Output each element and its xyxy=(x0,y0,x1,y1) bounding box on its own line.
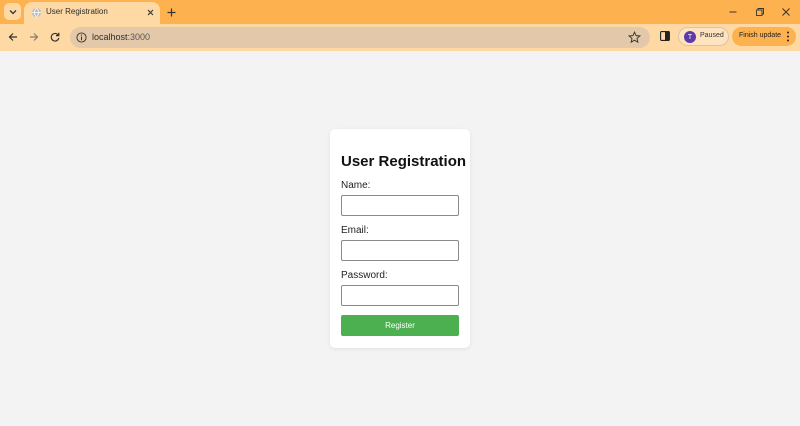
kebab-menu-icon[interactable] xyxy=(785,31,791,42)
profile-button[interactable]: T Paused xyxy=(678,27,729,46)
new-tab-button[interactable] xyxy=(164,5,178,19)
password-input[interactable] xyxy=(341,285,459,306)
avatar: T xyxy=(684,31,696,43)
tab-title: User Registration xyxy=(46,7,108,16)
forward-arrow-icon xyxy=(30,33,39,41)
info-icon[interactable] xyxy=(76,32,87,43)
name-input[interactable] xyxy=(341,195,459,216)
address-bar[interactable]: localhost:3000 xyxy=(70,27,650,48)
url-text[interactable]: localhost:3000 xyxy=(92,32,150,42)
side-panel-icon[interactable] xyxy=(660,31,670,41)
star-icon[interactable] xyxy=(628,31,641,44)
tab-close-button[interactable] xyxy=(145,7,156,18)
forward-button[interactable] xyxy=(27,30,41,44)
registration-card: User Registration Name: Email: Password:… xyxy=(330,129,470,348)
tab-strip: User Registration xyxy=(0,0,800,24)
restore-icon xyxy=(756,8,764,16)
reload-button[interactable] xyxy=(48,30,62,44)
url-port: :3000 xyxy=(127,32,151,42)
url-host: localhost xyxy=(92,32,128,42)
tab-search-button[interactable] xyxy=(4,3,21,20)
tab-active[interactable]: User Registration xyxy=(24,2,160,24)
tab-search-icon xyxy=(9,9,16,14)
minimize-icon xyxy=(729,11,737,13)
close-window-button[interactable] xyxy=(778,4,794,20)
name-label: Name: xyxy=(341,180,371,191)
plus-icon xyxy=(167,8,175,16)
close-icon xyxy=(147,9,154,16)
form-title: User Registration xyxy=(341,153,467,170)
restore-button[interactable] xyxy=(752,4,768,20)
back-button[interactable] xyxy=(6,30,20,44)
close-icon xyxy=(782,8,790,16)
email-input[interactable] xyxy=(341,240,459,261)
reload-icon xyxy=(50,32,60,42)
register-button[interactable]: Register xyxy=(341,315,459,336)
email-label: Email: xyxy=(341,225,369,236)
back-arrow-icon xyxy=(8,33,17,41)
minimize-button[interactable] xyxy=(725,4,741,20)
profile-status: Paused xyxy=(700,32,724,39)
password-label: Password: xyxy=(341,270,388,281)
finish-update-button[interactable]: Finish update xyxy=(732,27,796,46)
globe-icon xyxy=(31,7,42,18)
finish-update-label: Finish update xyxy=(739,32,782,39)
